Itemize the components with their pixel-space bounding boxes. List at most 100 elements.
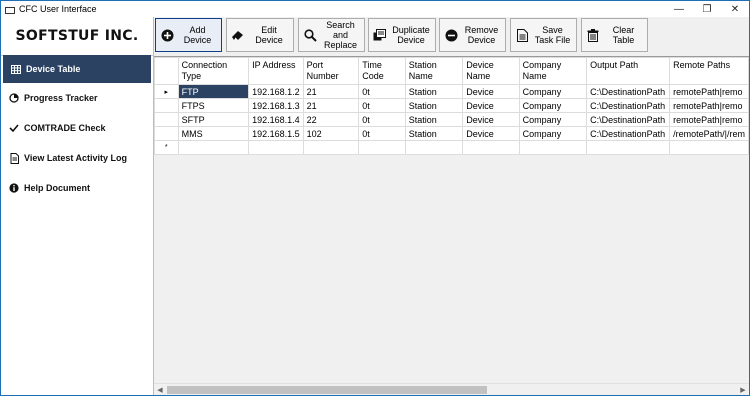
table-row[interactable]: ▸ FTP 192.168.1.2 21 0t Station Device C… <box>154 84 749 99</box>
table-cell[interactable]: remotePath|remo <box>669 98 749 113</box>
scroll-right-icon[interactable]: ▶ <box>737 384 749 395</box>
table-cell[interactable] <box>404 140 464 155</box>
current-row-marker[interactable]: ▸ <box>154 84 179 99</box>
table-cell[interactable]: 102 <box>302 126 360 141</box>
table-cell[interactable]: 21 <box>302 98 360 113</box>
table-cell[interactable]: Device <box>462 98 520 113</box>
column-header[interactable]: IP Address <box>248 57 304 85</box>
table-cell[interactable]: C:\DestinationPath <box>586 112 671 127</box>
table-cell[interactable]: remotePath|remo <box>669 112 749 127</box>
trash-icon <box>586 28 600 42</box>
table-cell[interactable]: Device <box>462 84 520 99</box>
table-cell[interactable]: Company <box>518 112 588 127</box>
table-row[interactable]: FTPS 192.168.1.3 21 0t Station Device Co… <box>154 98 749 113</box>
remove-device-button[interactable]: Remove Device <box>439 18 506 52</box>
table-cell[interactable]: 21 <box>302 84 360 99</box>
sidebar-nav: Device Table Progress Tracker COMTRADE C… <box>1 55 153 203</box>
clear-table-button[interactable]: Clear Table <box>581 18 648 52</box>
table-cell[interactable]: 0t <box>358 112 406 127</box>
remove-device-label: Remove Device <box>464 25 499 45</box>
table-cell[interactable]: 22 <box>302 112 360 127</box>
column-header[interactable]: Station Name <box>404 57 464 85</box>
table-cell[interactable]: FTP <box>177 84 250 99</box>
column-header[interactable]: Company Name <box>518 57 588 85</box>
table-cell[interactable]: Station <box>404 126 464 141</box>
minimize-button[interactable]: — <box>665 1 693 17</box>
row-header[interactable] <box>154 98 179 113</box>
sidebar-item-label: View Latest Activity Log <box>24 153 128 163</box>
table-cell[interactable]: Station <box>404 98 464 113</box>
checkmark-icon <box>9 123 19 133</box>
table-cell[interactable]: 0t <box>358 98 406 113</box>
row-header[interactable] <box>154 126 179 141</box>
table-cell[interactable]: /remotePath/|/rem <box>669 126 749 141</box>
table-cell[interactable]: 192.168.1.2 <box>248 84 304 99</box>
window-controls: — ❐ ✕ <box>665 1 749 17</box>
sidebar-item-progress-tracker[interactable]: Progress Tracker <box>1 83 153 113</box>
sidebar: SOFTSTUF INC. Device Table Progress Trac… <box>1 17 154 395</box>
column-header[interactable]: Time Code <box>358 57 406 85</box>
table-cell[interactable]: C:\DestinationPath <box>586 84 671 99</box>
table-cell[interactable] <box>177 140 250 155</box>
column-header[interactable]: Remote Paths <box>669 57 749 85</box>
table-cell[interactable]: FTPS <box>177 98 250 113</box>
restore-button[interactable]: ❐ <box>693 1 721 17</box>
table-cell[interactable] <box>302 140 360 155</box>
table-cell[interactable]: Station <box>404 112 464 127</box>
close-button[interactable]: ✕ <box>721 1 749 17</box>
table-cell[interactable]: Station <box>404 84 464 99</box>
table-cell[interactable]: 0t <box>358 84 406 99</box>
duplicate-device-label: Duplicate Device <box>392 25 430 45</box>
new-row-marker[interactable]: * <box>154 140 179 155</box>
table-cell[interactable]: remotePath|remo <box>669 84 749 99</box>
table-cell[interactable]: C:\DestinationPath <box>586 98 671 113</box>
scrollbar-thumb[interactable] <box>167 386 487 394</box>
table-header-row: Connection Type IP Address Port Number T… <box>154 57 749 85</box>
table-cell[interactable]: 192.168.1.4 <box>248 112 304 127</box>
table-cell[interactable] <box>358 140 406 155</box>
horizontal-scrollbar[interactable]: ◀ ▶ <box>154 383 749 395</box>
table-row[interactable]: SFTP 192.168.1.4 22 0t Station Device Co… <box>154 112 749 127</box>
title-bar: CFC User Interface — ❐ ✕ <box>1 1 749 17</box>
table-cell[interactable]: 192.168.1.5 <box>248 126 304 141</box>
new-row[interactable]: * <box>154 140 749 155</box>
duplicate-device-button[interactable]: Duplicate Device <box>368 18 436 52</box>
table-cell[interactable] <box>586 140 671 155</box>
table-cell[interactable]: Company <box>518 126 588 141</box>
add-device-button[interactable]: Add Device <box>155 18 222 52</box>
column-header[interactable]: Device Name <box>462 57 520 85</box>
sidebar-item-help-document[interactable]: Help Document <box>1 173 153 203</box>
table-cell[interactable]: Company <box>518 84 588 99</box>
sidebar-item-comtrade-check[interactable]: COMTRADE Check <box>1 113 153 143</box>
device-table: Connection Type IP Address Port Number T… <box>154 57 749 155</box>
table-cell[interactable]: C:\DestinationPath <box>586 126 671 141</box>
table-cell[interactable]: SFTP <box>177 112 250 127</box>
info-icon <box>9 183 19 193</box>
row-header[interactable] <box>154 112 179 127</box>
document-icon <box>9 152 19 164</box>
table-cell[interactable]: Device <box>462 126 520 141</box>
table-cell[interactable]: 192.168.1.3 <box>248 98 304 113</box>
table-cell[interactable]: Company <box>518 98 588 113</box>
clear-table-label: Clear Table <box>612 25 635 45</box>
scroll-left-icon[interactable]: ◀ <box>154 384 166 395</box>
save-task-file-button[interactable]: Save Task File <box>510 18 577 52</box>
table-cell[interactable]: 0t <box>358 126 406 141</box>
column-header[interactable]: Connection Type <box>177 57 250 85</box>
table-row[interactable]: MMS 192.168.1.5 102 0t Station Device Co… <box>154 126 749 141</box>
device-table-grid: Connection Type IP Address Port Number T… <box>154 56 749 395</box>
logo-text: SOFTSTUF INC. <box>15 28 139 44</box>
search-replace-button[interactable]: Search and Replace <box>298 18 365 52</box>
table-cell[interactable] <box>669 140 749 155</box>
sidebar-item-activity-log[interactable]: View Latest Activity Log <box>1 143 153 173</box>
column-header[interactable]: Port Number <box>302 57 360 85</box>
table-cell[interactable]: Device <box>462 112 520 127</box>
column-header[interactable]: Output Path <box>586 57 671 85</box>
sidebar-item-device-table[interactable]: Device Table <box>3 55 151 83</box>
table-cell[interactable]: MMS <box>177 126 250 141</box>
table-cell[interactable] <box>248 140 304 155</box>
table-cell[interactable] <box>518 140 588 155</box>
table-cell[interactable] <box>462 140 520 155</box>
edit-device-button[interactable]: Edit Device <box>226 18 294 52</box>
window-title: CFC User Interface <box>19 4 97 14</box>
